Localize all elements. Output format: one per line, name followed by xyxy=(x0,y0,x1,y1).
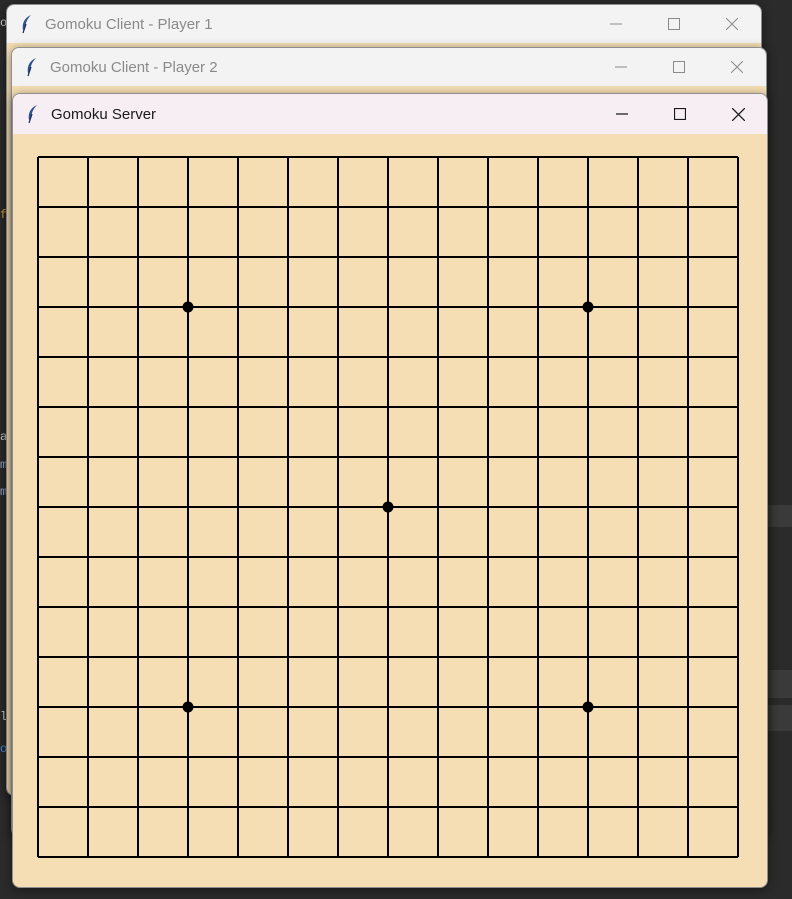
minimize-icon xyxy=(615,66,627,68)
minimize-icon xyxy=(616,113,628,115)
maximize-icon xyxy=(673,61,685,73)
server-titlebar[interactable]: Gomoku Server xyxy=(13,94,767,134)
maximize-icon xyxy=(674,108,686,120)
window-title: Gomoku Client - Player 2 xyxy=(50,58,218,76)
close-icon xyxy=(731,61,743,73)
close-icon xyxy=(731,107,745,121)
maximize-button[interactable] xyxy=(651,94,709,134)
maximize-button[interactable] xyxy=(645,5,703,43)
minimize-button[interactable] xyxy=(587,5,645,43)
player2-titlebar[interactable]: Gomoku Client - Player 2 xyxy=(12,48,766,86)
gomoku-board[interactable] xyxy=(13,134,767,887)
maximize-button[interactable] xyxy=(650,48,708,86)
minimize-icon xyxy=(610,23,622,25)
close-button[interactable] xyxy=(703,5,761,43)
close-button[interactable] xyxy=(709,94,767,134)
feather-icon xyxy=(23,103,43,125)
star-point xyxy=(182,701,194,713)
star-point xyxy=(382,501,394,513)
minimize-button[interactable] xyxy=(593,94,651,134)
window-title: Gomoku Server xyxy=(51,105,157,123)
feather-icon xyxy=(17,13,37,35)
feather-icon xyxy=(22,56,42,78)
star-point xyxy=(582,301,594,313)
server-window[interactable]: Gomoku Server xyxy=(12,93,768,888)
window-title: Gomoku Client - Player 1 xyxy=(45,15,213,33)
maximize-icon xyxy=(668,18,680,30)
player1-titlebar[interactable]: Gomoku Client - Player 1 xyxy=(7,5,761,43)
star-point xyxy=(182,301,194,313)
star-point xyxy=(582,701,594,713)
close-button[interactable] xyxy=(708,48,766,86)
close-icon xyxy=(726,18,738,30)
server-client-area xyxy=(13,134,767,887)
minimize-button[interactable] xyxy=(592,48,650,86)
